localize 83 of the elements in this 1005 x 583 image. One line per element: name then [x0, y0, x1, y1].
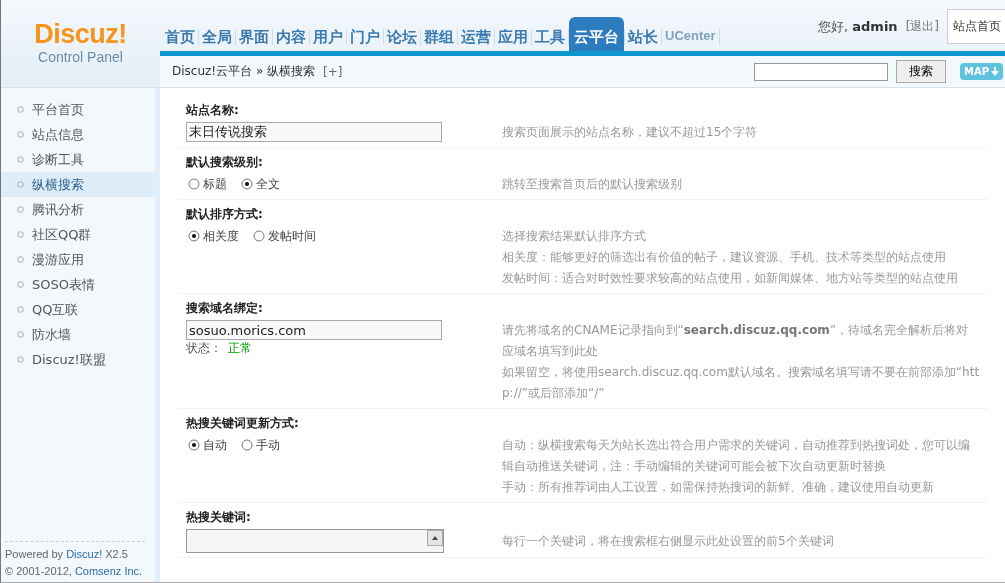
circle-icon: [17, 306, 24, 313]
help-text: 如果留空，将使用search.discuz.qq.com默认域名。搜索域名填写请不要在前部添加“http://”或后部添加“/”: [502, 364, 980, 402]
setting-label: 搜索域名绑定:: [186, 300, 264, 317]
sidebar-item[interactable]: 社区QQ群: [1, 222, 155, 247]
radio-button[interactable]: [188, 230, 200, 242]
radio-button[interactable]: [188, 439, 200, 451]
scroll-up-button[interactable]: [427, 530, 443, 546]
circle-icon: [17, 181, 24, 188]
setting-label: 站点名称:: [186, 102, 240, 119]
circle-icon: [17, 156, 24, 163]
nav-tab[interactable]: 首页: [162, 26, 198, 51]
nav-tab[interactable]: 运营: [458, 26, 494, 51]
circle-icon: [17, 281, 24, 288]
nav-tab[interactable]: 用户: [310, 26, 346, 51]
setting-label: 热搜关键词:: [186, 509, 252, 526]
sidebar-item[interactable]: 腾讯分析: [1, 197, 155, 222]
circle-icon: [17, 131, 24, 138]
add-shortcut-link[interactable]: [+]: [323, 64, 343, 79]
help-text: 手动：所有推荐词由人工设置，如需保持热搜词的新鲜、准确，建议使用自动更新: [502, 479, 935, 496]
sidebar-item[interactable]: QQ互联: [1, 297, 155, 322]
nav-tab[interactable]: 站长: [625, 26, 661, 51]
sidebar-item[interactable]: 漫游应用: [1, 247, 155, 272]
circle-icon: [17, 206, 24, 213]
copyright-text: Powered by Discuz! X2.5: [5, 547, 129, 562]
copyright-text: © 2001-2012, Comsenz Inc.: [5, 564, 144, 579]
text-field[interactable]: 末日传说搜索: [186, 122, 442, 142]
sidebar-item[interactable]: 平台首页: [1, 97, 155, 122]
radio-option[interactable]: 标题: [188, 174, 227, 194]
sidebar-item[interactable]: 诊断工具: [1, 147, 155, 172]
nav-tab[interactable]: 论坛: [384, 26, 420, 51]
radio-button[interactable]: [188, 178, 200, 190]
help-text: 发帖时间：适合对时效性要求较高的站点使用，如新闻媒体、地方站等类型的站点使用: [502, 270, 959, 287]
nav-tab[interactable]: 群组: [421, 26, 457, 51]
sidebar-item[interactable]: 防水墙: [1, 322, 155, 347]
sidebar-item[interactable]: 站点信息: [1, 122, 155, 147]
radio-option[interactable]: 手动: [241, 435, 280, 455]
nav-tab[interactable]: 内容: [273, 26, 309, 51]
sidebar-item[interactable]: Discuz!联盟: [1, 347, 155, 372]
circle-icon: [17, 356, 24, 363]
help-text: 跳转至搜索首页后的默认搜索级别: [502, 176, 683, 193]
nav-tab[interactable]: 全局: [199, 26, 235, 51]
breadcrumb-text: Discuz!云平台 » 纵横搜索: [172, 63, 316, 80]
help-text: 请先将域名的CNAME记录指向到“search.discuz.qq.com”，待域名完全解析后将对应域名填写到此处: [502, 322, 970, 360]
help-text: 选择搜索结果默认排序方式: [502, 228, 647, 245]
circle-icon: [17, 106, 24, 113]
footer-link[interactable]: Comsenz Inc.: [74, 565, 143, 577]
radio-button[interactable]: [241, 178, 253, 190]
footer-link[interactable]: Discuz!: [66, 548, 103, 560]
radio-button[interactable]: [241, 439, 253, 451]
setting-label: 热搜关键词更新方式:: [186, 415, 300, 432]
help-text: 相关度：能够更好的筛选出有价值的帖子，建议资源、手机、技术等类型的站点使用: [502, 249, 947, 266]
status-label: 状态：: [186, 341, 222, 355]
nav-tab[interactable]: 工具: [532, 26, 568, 51]
circle-icon: [17, 331, 24, 338]
logout-link[interactable]: [退出]: [905, 18, 939, 35]
status-value: 正常: [228, 341, 252, 355]
radio-option[interactable]: 相关度: [188, 226, 239, 246]
radio-option[interactable]: 全文: [241, 174, 280, 194]
nav-tab[interactable]: 云平台: [569, 17, 624, 51]
text-field[interactable]: sosuo.morics.com: [186, 320, 442, 340]
help-text: 每行一个关键词，将在搜索框右侧显示此处设置的前5个关键词: [502, 532, 835, 550]
circle-icon: [17, 256, 24, 263]
sidebar-item[interactable]: 纵横搜索: [1, 172, 155, 197]
logo-subtitle: Control Panel: [38, 49, 123, 65]
help-text: 自动：纵横搜索每天为站长选出符合用户需求的关键词，自动推荐到热搜词处，您可以编辑自动推送关键词，注：手动编辑的关键词可能会被下次自动更新时替换: [502, 437, 971, 475]
nav-tab[interactable]: 门户: [347, 26, 383, 51]
search-field[interactable]: [753, 62, 888, 81]
sidebar-item[interactable]: SOSO表情: [1, 272, 155, 297]
setting-label: 默认排序方式:: [186, 206, 264, 223]
radio-button[interactable]: [253, 230, 265, 242]
keywords-field[interactable]: [186, 529, 444, 553]
circle-icon: [17, 231, 24, 238]
down-arrow-icon: [991, 67, 999, 76]
help-text: 搜索页面展示的站点名称，建议不超过15个字符: [502, 124, 759, 141]
nav-tab[interactable]: 界面: [236, 26, 272, 51]
setting-label: 默认搜索级别:: [186, 154, 264, 171]
greeting-text: 您好, admin: [818, 17, 898, 36]
logo-text: Discuz!: [34, 20, 127, 49]
radio-option[interactable]: 发帖时间: [253, 226, 316, 246]
site-home-button[interactable]: 站点首页: [947, 9, 1005, 44]
radio-option[interactable]: 自动: [188, 435, 227, 455]
nav-tab[interactable]: 应用: [495, 26, 531, 51]
search-button[interactable]: 搜索: [895, 60, 946, 83]
